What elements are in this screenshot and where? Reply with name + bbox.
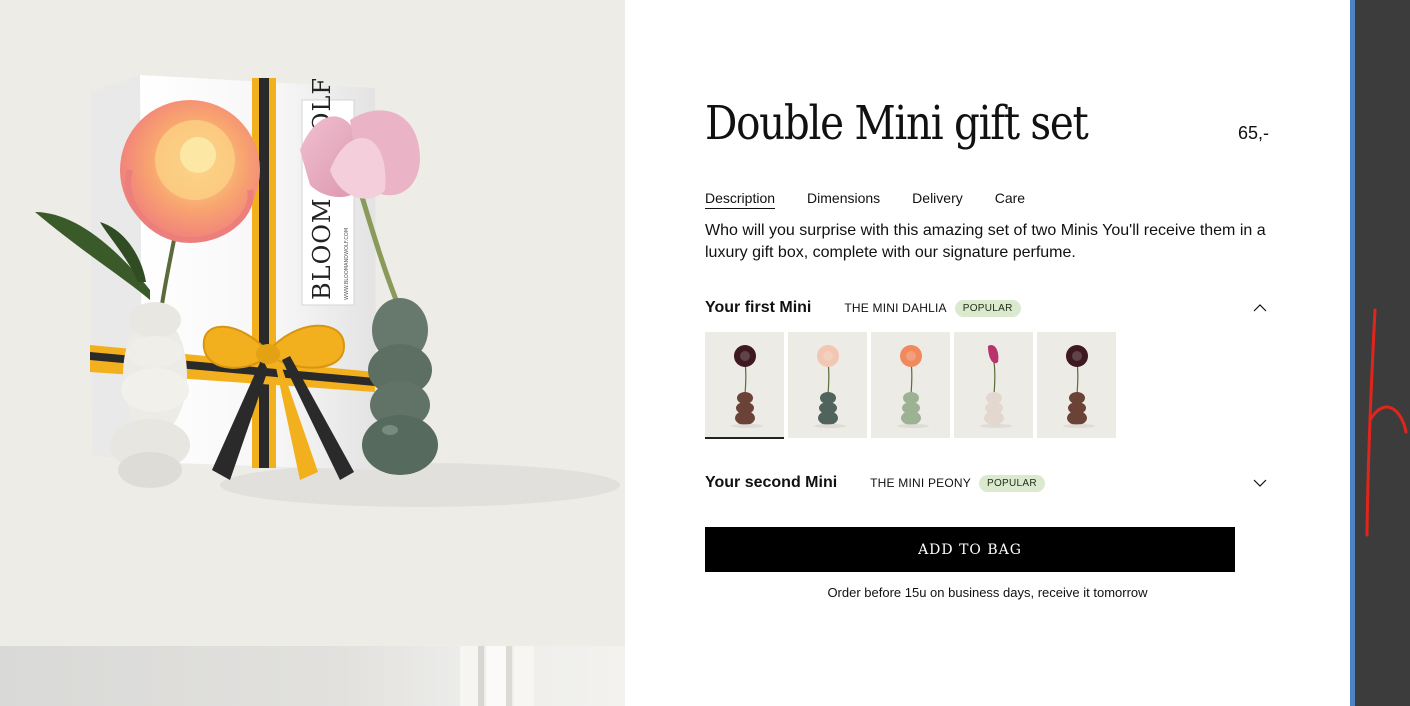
first-mini-selection: THE MINI DAHLIA — [844, 301, 947, 315]
popular-badge: POPULAR — [954, 299, 1021, 317]
box-url-lettering: WWW.BLOOMANDWOLF.COM — [344, 228, 350, 300]
first-mini-header[interactable]: Your first Mini THE MINI DAHLIA POPULAR — [705, 296, 1268, 320]
first-mini-options — [705, 332, 1116, 439]
mini-option-dahlia[interactable] — [705, 332, 784, 439]
chevron-up-icon[interactable] — [1252, 300, 1268, 316]
gift-set-photo: BLOOM & WOLF WWW.BLOOMANDWOLF.COM — [35, 75, 620, 507]
second-mini-label: Your second Mini — [705, 474, 838, 491]
product-title: Double Mini gift set — [705, 96, 1089, 151]
popular-badge: POPULAR — [978, 474, 1045, 492]
chevron-down-icon[interactable] — [1252, 475, 1268, 491]
product-description: Who will you surprise with this amazing … — [705, 222, 1266, 261]
second-mini-header[interactable]: Your second Mini THE MINI PEONY POPULAR — [705, 471, 1268, 495]
adjacent-window-edge — [1350, 0, 1410, 706]
tab-care[interactable]: Care — [995, 190, 1025, 209]
rose-vase-photo — [897, 345, 929, 428]
product-hero-image[interactable]: BLOOM & WOLF WWW.BLOOMANDWOLF.COM — [0, 0, 625, 645]
mini-option-peony[interactable] — [788, 332, 867, 438]
mini-option-calla[interactable] — [954, 332, 1033, 438]
product-gallery: BLOOM & WOLF WWW.BLOOMANDWOLF.COM — [0, 0, 625, 706]
tab-description[interactable]: Description — [705, 190, 776, 209]
product-price: 65,- — [1237, 123, 1269, 143]
product-detail-panel: Double Mini gift set 65,- Description Di… — [625, 0, 1350, 706]
delivery-note: Order before 15u on business days, recei… — [827, 585, 1148, 600]
add-to-bag-button[interactable]: ADD TO BAG — [705, 527, 1235, 572]
first-mini-label: Your first Mini — [705, 299, 812, 316]
second-mini-selection: THE MINI PEONY — [870, 476, 971, 490]
tab-delivery[interactable]: Delivery — [912, 190, 963, 209]
dahlia-vase-photo — [731, 345, 763, 428]
door-panel-detail — [460, 646, 534, 706]
mini-option-rose[interactable] — [871, 332, 950, 438]
secondary-product-image[interactable] — [0, 646, 625, 706]
red-scribble — [1365, 308, 1408, 537]
peony-vase-photo — [814, 345, 846, 428]
calla-vase-photo — [980, 344, 1012, 428]
dahlia-vase-photo — [1063, 345, 1095, 428]
mini-option-dahlia[interactable] — [1037, 332, 1116, 438]
info-tabs: Description Dimensions Delivery Care — [705, 190, 1025, 209]
tab-dimensions[interactable]: Dimensions — [807, 190, 880, 209]
